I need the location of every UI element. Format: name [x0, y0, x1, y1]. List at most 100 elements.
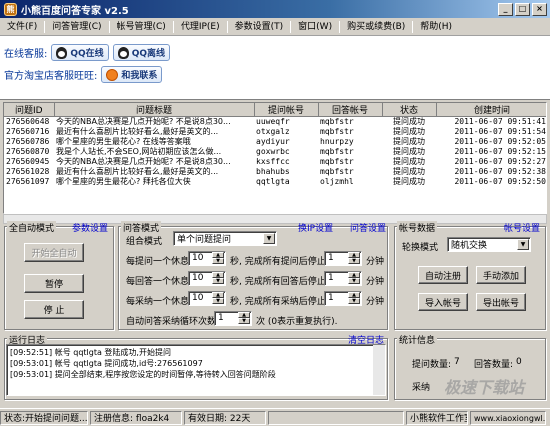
wangwang-contact-label: 和我联系 — [121, 71, 158, 81]
log-vertical-scrollbar[interactable] — [373, 345, 385, 395]
answer-count-value: 0 — [516, 357, 522, 367]
table-row[interactable]: 276560945 今天的NBA总决赛是几点开始呢? 不是说8点30... kxsf… — [4, 157, 546, 167]
chevron-down-icon[interactable]: ▼ — [517, 239, 529, 250]
question-title-cell: 哪个星座的男生最花心? 拜托各位大侠 — [56, 177, 191, 186]
ask-account-cell: bhahubs — [256, 167, 290, 176]
menu-proxy-ip[interactable]: 代理IP(E) — [174, 18, 227, 36]
answer-stop-unit: 分钟 — [366, 277, 385, 287]
close-button[interactable]: × — [532, 2, 547, 16]
column-header-question-title[interactable]: 问题标题 — [54, 103, 255, 117]
ask-stop-spinner[interactable]: 1 ▲ ▼ — [324, 251, 362, 266]
menu-window[interactable]: 窗口(W) — [291, 18, 339, 36]
column-header-created-time[interactable]: 创建时间 — [436, 103, 546, 117]
question-title-cell: 今天的NBA总决赛是几点开始呢? 不是说8点30... — [56, 117, 231, 126]
menu-bar: 文件(F) 问答管理(C) 帐号管理(C) 代理IP(E) 参数设置(T) 窗口… — [0, 18, 550, 36]
status-website[interactable]: www.xiaoxiongwl.com — [470, 410, 546, 425]
ask-stop-value: 1 — [328, 253, 334, 263]
pause-button[interactable]: 暂停 — [24, 274, 84, 293]
maximize-button[interactable]: □ — [515, 2, 530, 16]
account-settings-link[interactable]: 帐号设置 — [504, 221, 540, 234]
rotate-mode-select[interactable]: 随机交换 ▼ — [447, 237, 531, 252]
qq-online-label: QQ在线 — [70, 49, 104, 59]
table-row[interactable]: 276561028 最近有什么喜剧片比较好看么,最好是英文的... bhahubs m… — [4, 167, 546, 177]
answer-rest-label: 每回答一个休息 — [126, 277, 190, 287]
ask-account-cell: otxgalz — [256, 127, 290, 136]
spin-down-icon[interactable]: ▼ — [348, 298, 360, 304]
answer-account-cell: mqbfstr — [320, 147, 354, 156]
registration-value: floa2k4 — [135, 413, 170, 424]
combo-mode-select[interactable]: 单个问题提问 ▼ — [173, 231, 277, 246]
status-cell: 提问成功 — [393, 167, 425, 176]
question-title-cell: 我是个人站长,不会SEO,网站初期应该怎么做... — [56, 147, 222, 156]
created-time-cell: 2011-06-07 09:52:27 — [454, 157, 546, 166]
loop-count-spinner[interactable]: 1 ▲ ▼ — [214, 311, 252, 326]
column-header-ask-account[interactable]: 提问帐号 — [254, 103, 319, 117]
spin-down-icon[interactable]: ▼ — [348, 278, 360, 284]
status-spacer — [268, 410, 404, 425]
question-id-cell: 276560870 — [6, 147, 50, 156]
status-state: 状态:开始提问问题... — [0, 410, 88, 425]
question-title-cell: 最近有什么喜剧片比较好看么,最好是英文的... — [56, 167, 219, 176]
loop-count-label: 自动问答采纳循环次数 — [126, 317, 217, 327]
wangwang-contact-button[interactable]: 和我联系 — [101, 66, 163, 83]
ask-count-value: 7 — [454, 357, 460, 367]
question-grid[interactable]: 问题ID 问题标题 提问帐号 回答帐号 状态 创建时间 276560648 今天的… — [3, 102, 547, 214]
account-data-title: 帐号数据 — [397, 221, 438, 234]
answer-account-cell: mqbfstr — [320, 167, 354, 176]
spin-down-icon[interactable]: ▼ — [348, 258, 360, 264]
stop-button[interactable]: 停 止 — [24, 300, 84, 319]
watermark-text: 极速下载站 — [444, 378, 525, 397]
question-id-cell: 276561028 — [6, 167, 50, 176]
answer-rest-value: 10 — [192, 273, 204, 283]
spin-down-icon[interactable]: ▼ — [238, 318, 250, 324]
spin-down-icon[interactable]: ▼ — [212, 278, 224, 284]
qq-penguin-icon — [117, 46, 129, 59]
ask-rest-spinner[interactable]: 10 ▲ ▼ — [188, 251, 226, 266]
answer-stop-spinner[interactable]: 1 ▲ ▼ — [324, 271, 362, 286]
start-auto-button[interactable]: 开始全自动 — [24, 243, 84, 262]
auto-settings-link[interactable]: 参数设置 — [72, 221, 108, 234]
loop-count-value: 1 — [218, 313, 224, 323]
expiry-label: 有效日期: — [188, 413, 228, 424]
manual-add-button[interactable]: 手动添加 — [476, 266, 526, 284]
qa-settings-link[interactable]: 问答设置 — [350, 221, 386, 234]
run-log-textarea[interactable]: [09:52:51] 帐号 qqtlgta 登陆成功,开始提问 [09:53:0… — [6, 344, 386, 396]
qa-mode-title: 问答模式 — [121, 221, 162, 234]
accept-count-label: 采纳 — [412, 383, 431, 393]
ask-account-cell: uuweqfr — [256, 117, 290, 126]
column-header-question-id[interactable]: 问题ID — [4, 103, 55, 117]
qq-online-button[interactable]: QQ在线 — [51, 44, 109, 61]
table-row[interactable]: 276560716 最近有什么喜剧片比较好看么,最好是英文的... otxgalz m… — [4, 127, 546, 137]
table-row[interactable]: 276561097 哪个星座的男生最花心? 拜托各位大侠 qqtlgta oljzmh… — [4, 177, 546, 187]
status-cell: 提问成功 — [393, 127, 425, 136]
menu-settings[interactable]: 参数设置(T) — [228, 18, 291, 36]
customer-service-panel: 在线客服: QQ在线 QQ离线 官方淘宝店客服旺旺: 和我联系 — [0, 36, 550, 100]
chevron-down-icon[interactable]: ▼ — [263, 233, 275, 244]
import-account-button[interactable]: 导入帐号 — [418, 293, 468, 311]
qq-offline-button[interactable]: QQ离线 — [112, 44, 170, 61]
spin-down-icon[interactable]: ▼ — [212, 298, 224, 304]
log-line: [09:52:51] 帐号 qqtlgta 登陆成功,开始提问 — [10, 348, 171, 357]
ip-settings-link[interactable]: 换IP设置 — [298, 221, 333, 234]
column-header-status[interactable]: 状态 — [382, 103, 437, 117]
spin-down-icon[interactable]: ▼ — [212, 258, 224, 264]
auto-register-button[interactable]: 自动注册 — [418, 266, 468, 284]
wangwang-icon — [106, 68, 119, 81]
menu-account-manage[interactable]: 帐号管理(C) — [110, 18, 173, 36]
menu-purchase[interactable]: 购买或续费(B) — [340, 18, 412, 36]
menu-file[interactable]: 文件(F) — [0, 18, 44, 36]
accept-stop-spinner[interactable]: 1 ▲ ▼ — [324, 291, 362, 306]
minimize-button[interactable]: _ — [498, 2, 513, 16]
menu-qa-manage[interactable]: 问答管理(C) — [45, 18, 108, 36]
loop-count-suffix: 次 (0表示重复执行). — [256, 317, 338, 327]
answer-rest-spinner[interactable]: 10 ▲ ▼ — [188, 271, 226, 286]
accept-rest-spinner[interactable]: 10 ▲ ▼ — [188, 291, 226, 306]
qq-offline-label: QQ离线 — [131, 49, 165, 59]
menu-help[interactable]: 帮助(H) — [413, 18, 459, 36]
ask-account-cell: aydiyur — [256, 137, 290, 146]
table-row[interactable]: 276560870 我是个人站长,不会SEO,网站初期应该怎么做... goxwrb… — [4, 147, 546, 157]
table-row[interactable]: 276560648 今天的NBA总决赛是几点开始呢? 不是说8点30... uuwe… — [4, 117, 546, 128]
table-row[interactable]: 276560786 哪个星座的男生最花心? 在线等答案哦 aydiyur hnurpz… — [4, 137, 546, 147]
column-header-answer-account[interactable]: 回答帐号 — [318, 103, 383, 117]
export-account-button[interactable]: 导出帐号 — [476, 293, 526, 311]
